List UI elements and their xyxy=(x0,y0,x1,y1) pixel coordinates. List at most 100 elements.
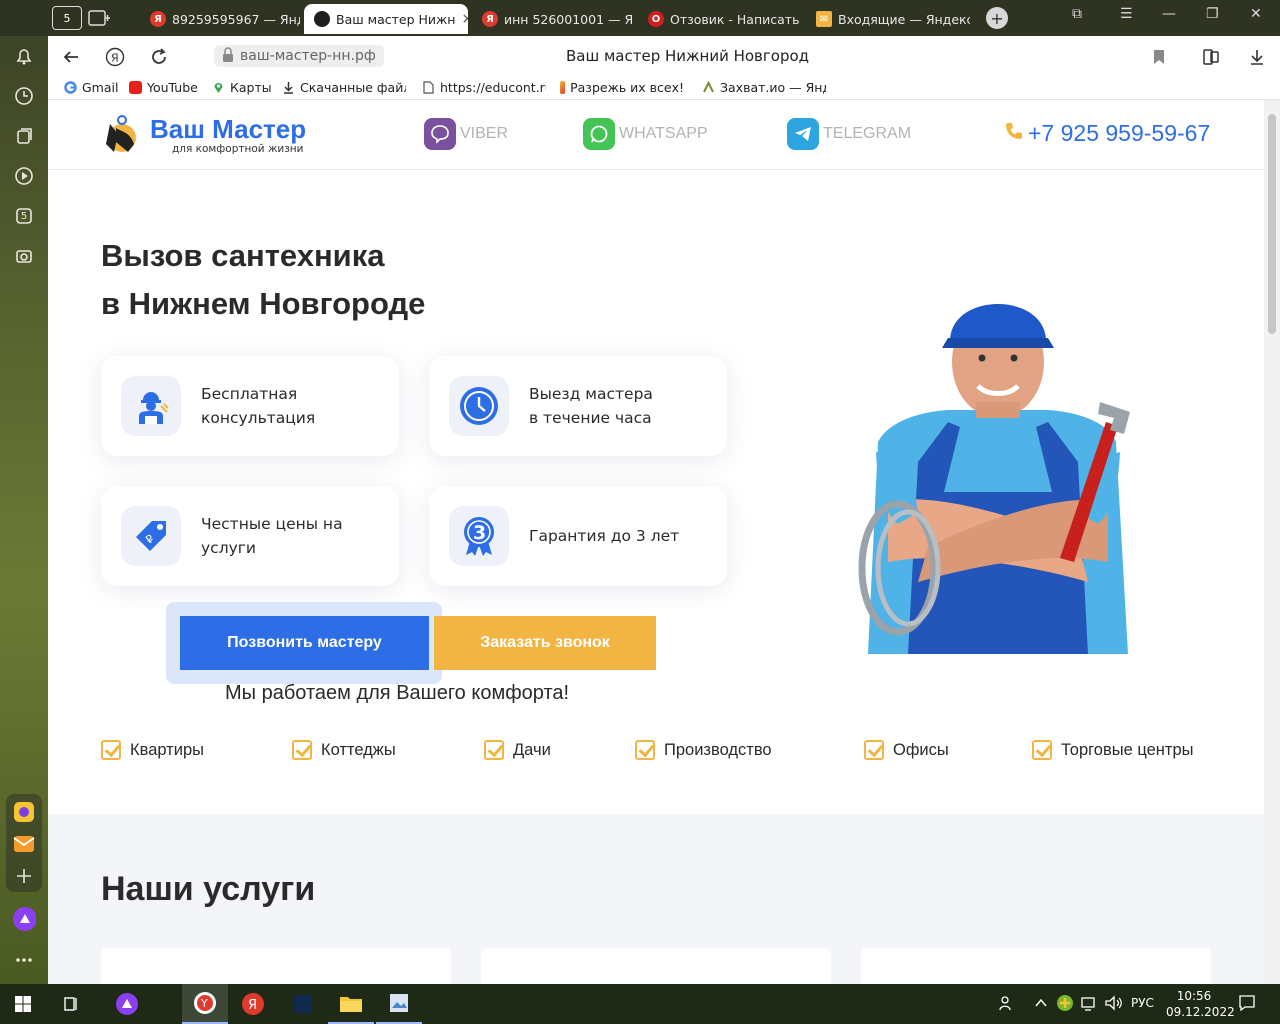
tab-2-active[interactable]: Ваш мастер Нижн × xyxy=(304,4,468,34)
network-icon[interactable] xyxy=(1080,994,1098,1015)
tab-manager-icon[interactable]: ⧉ xyxy=(1072,6,1082,22)
whatsapp-icon xyxy=(583,118,615,150)
yandex-browser-taskbar-icon[interactable]: Y xyxy=(182,984,228,1024)
alice-taskbar-icon[interactable] xyxy=(104,984,150,1024)
feature-line1: Выезд мастера xyxy=(529,385,653,403)
feature-card-prices: ₽ Честные цены на услуги xyxy=(101,486,399,586)
bookmark-label: https://educont.ru xyxy=(440,80,546,95)
screenshot-icon[interactable] xyxy=(12,244,36,268)
page-title: Ваш мастер Нижний Новгород xyxy=(566,47,810,65)
hero-title-line1: Вызов сантехника xyxy=(101,238,385,273)
notifications-icon[interactable] xyxy=(12,44,36,68)
logo-title[interactable]: Ваш Мастер xyxy=(150,114,306,145)
reload-icon[interactable] xyxy=(148,46,170,68)
bookmark-gmail[interactable]: Gmail xyxy=(64,80,118,95)
windows-start-icon[interactable] xyxy=(0,984,46,1024)
notification-center-icon[interactable] xyxy=(1238,994,1256,1015)
mail-app-icon[interactable] xyxy=(12,832,36,856)
bookmark-zahvat[interactable]: Захват.ио — Янде xyxy=(702,80,826,95)
games-app-icon[interactable] xyxy=(12,800,36,824)
yandex-home-icon[interactable]: Я xyxy=(104,46,126,68)
bookmark-educont[interactable]: https://educont.ru xyxy=(422,80,546,95)
yandex-taskbar-icon[interactable]: Я xyxy=(230,984,276,1024)
app-taskbar-icon[interactable] xyxy=(280,984,326,1024)
video-icon[interactable] xyxy=(12,164,36,188)
bookmark-game[interactable]: Разрежь их всех! xyxy=(560,80,684,95)
bookmark-icon[interactable] xyxy=(1148,46,1170,68)
svg-text:Я: Я xyxy=(111,52,119,65)
phone-link[interactable]: +7 925 959-59-67 xyxy=(1004,120,1210,147)
checkbox-icon xyxy=(1032,740,1052,760)
back-arrow-icon[interactable] xyxy=(60,46,82,68)
svg-text:Y: Y xyxy=(200,997,208,1010)
tab-label: Входящие — Яндекс xyxy=(838,11,970,27)
tab-4[interactable]: O Отзовик - Написать xyxy=(638,4,800,34)
task-view-icon[interactable] xyxy=(48,984,94,1024)
clock[interactable]: 10:56 09.12.2022 xyxy=(1166,988,1235,1020)
reader-icon[interactable] xyxy=(1200,46,1222,68)
volume-icon[interactable] xyxy=(1104,994,1124,1015)
checkbox-icon xyxy=(484,740,504,760)
people-icon[interactable] xyxy=(998,994,1016,1015)
page-scrollbar[interactable] xyxy=(1264,100,1280,984)
more-icon[interactable] xyxy=(12,948,36,972)
viber-link[interactable]: VIBER xyxy=(424,118,508,150)
object-label: Производство xyxy=(664,740,772,759)
tray-chevron-up-icon[interactable] xyxy=(1034,994,1048,1015)
bookmarks-bar: Gmail YouTube Карты Скачанные файлы http… xyxy=(48,76,1280,100)
whatsapp-label: WHATSAPP xyxy=(619,125,708,142)
add-app-icon[interactable] xyxy=(12,864,36,888)
site-header: Ваш Мастер для комфортной жизни VIBER WH… xyxy=(48,100,1264,170)
call-master-button[interactable]: Позвонить мастеру xyxy=(180,616,429,670)
history-icon[interactable] xyxy=(12,84,36,108)
clock-date: 09.12.2022 xyxy=(1166,1005,1235,1019)
feature-line1: Гарантия до 3 лет xyxy=(529,527,680,545)
security-tray-icon[interactable] xyxy=(1056,994,1074,1015)
tab-count-button[interactable]: 5 xyxy=(52,6,82,30)
youtube-icon xyxy=(129,81,142,94)
clock-icon xyxy=(449,376,509,436)
scrollbar-thumb[interactable] xyxy=(1268,114,1276,334)
alice-assistant-icon[interactable] xyxy=(12,907,36,931)
clock-time: 10:56 xyxy=(1176,989,1212,1003)
tab-1[interactable]: Я 89259595967 — Янд xyxy=(140,4,300,34)
logo-icon[interactable] xyxy=(100,114,140,156)
close-window-icon[interactable]: ✕ xyxy=(1250,6,1262,22)
telegram-link[interactable]: TELEGRAM xyxy=(787,118,911,150)
bookmark-downloads[interactable]: Скачанные файлы xyxy=(282,80,406,95)
viber-label: VIBER xyxy=(460,125,509,142)
bookmark-maps[interactable]: Карты xyxy=(212,80,272,95)
download-icon[interactable] xyxy=(1246,46,1268,68)
url-field[interactable]: ваш-мастер-нн.рф xyxy=(214,45,384,67)
zahvat-icon xyxy=(702,80,715,94)
menu-icon[interactable]: ☰ xyxy=(1120,6,1133,22)
sidebar-badge-icon[interactable]: 5 xyxy=(12,204,36,228)
tab-3[interactable]: Я инн 526001001 — Я xyxy=(472,4,632,34)
order-callback-button[interactable]: Заказать звонок xyxy=(434,616,656,670)
whatsapp-link[interactable]: WHATSAPP xyxy=(583,118,708,150)
feature-text: Честные цены на услуги xyxy=(201,486,391,586)
hero-title: Вызов сантехника в Нижнем Новгороде xyxy=(101,232,425,328)
bookmark-label: YouTube xyxy=(147,80,198,95)
new-tab-group-icon[interactable] xyxy=(88,8,110,32)
tab-close-icon[interactable]: × xyxy=(461,11,468,27)
service-card[interactable] xyxy=(861,948,1211,984)
bookmark-youtube[interactable]: YouTube xyxy=(129,80,198,95)
sidebar-badge-count: 5 xyxy=(20,210,28,222)
comfort-tagline: Мы работаем для Вашего комфорта! xyxy=(225,682,570,704)
new-tab-button[interactable]: + xyxy=(986,7,1008,29)
google-icon xyxy=(64,81,77,94)
minimize-icon[interactable]: — xyxy=(1162,6,1176,22)
service-card[interactable] xyxy=(101,948,451,984)
service-card[interactable] xyxy=(481,948,831,984)
restore-icon[interactable]: ❐ xyxy=(1206,6,1219,22)
viber-icon xyxy=(424,118,456,150)
feature-text: Бесплатная консультация xyxy=(201,356,391,456)
medal-icon: 3 xyxy=(449,506,509,566)
image-viewer-icon[interactable] xyxy=(376,984,422,1024)
file-explorer-icon[interactable] xyxy=(328,984,374,1024)
tab-5[interactable]: ✉ Входящие — Яндекс xyxy=(806,4,970,34)
collections-icon[interactable] xyxy=(12,124,36,148)
bookmark-label: Gmail xyxy=(82,80,119,95)
language-indicator[interactable]: РУС xyxy=(1131,996,1154,1010)
